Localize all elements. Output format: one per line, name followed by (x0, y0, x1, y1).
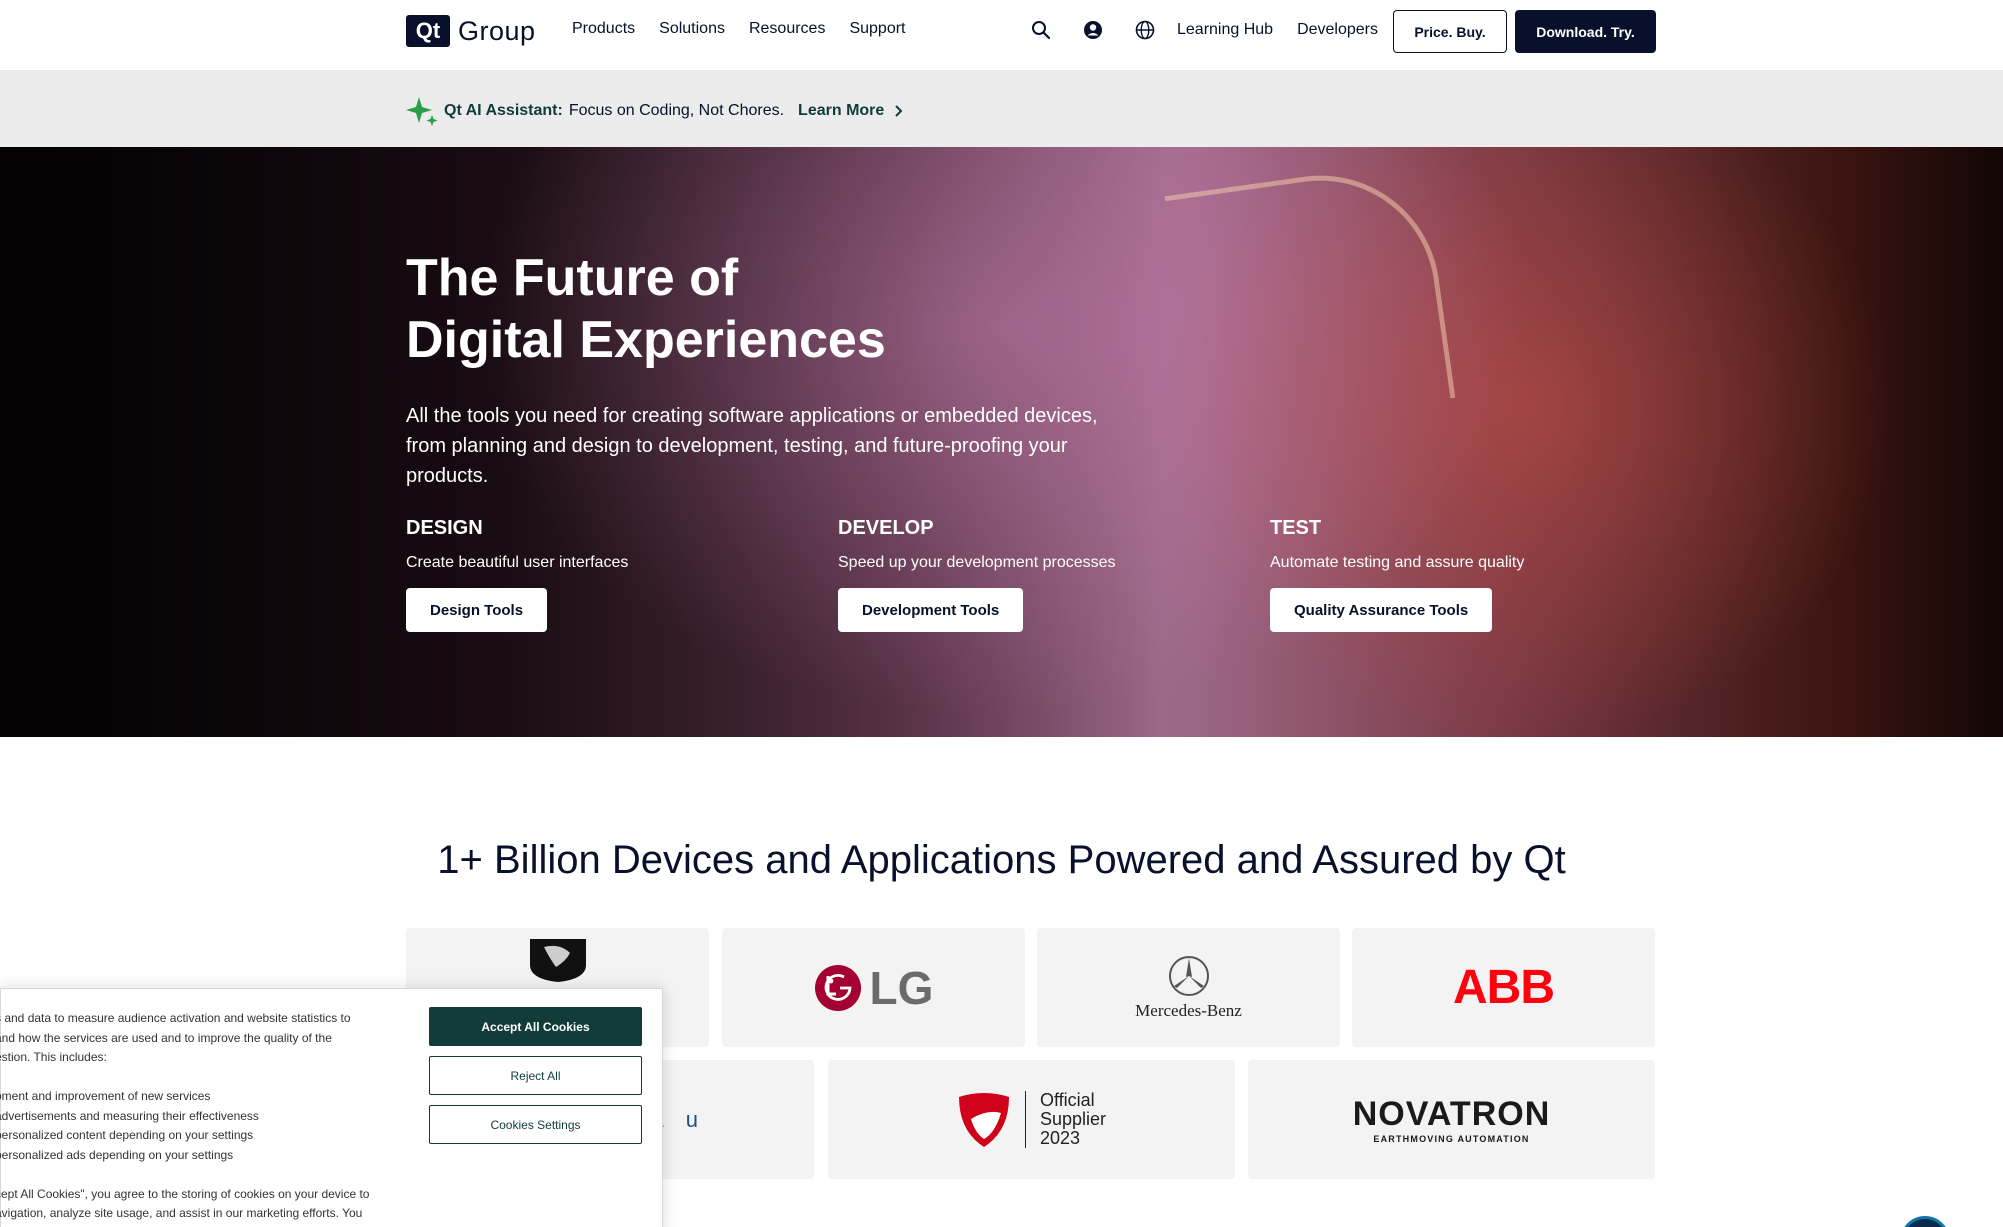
developers-link[interactable]: Developers (1297, 21, 1378, 39)
announcement-text: Focus on Coding, Not Chores. (568, 102, 785, 119)
logo-wordmark: Group (458, 15, 536, 46)
chevron-right-icon[interactable] (894, 105, 904, 117)
cookie-bullet: oment and improvement of new services (0, 1089, 211, 1103)
pillar-develop: DEVELOP Speed up your development proces… (838, 517, 1116, 632)
pillar-description: Create beautiful user interfaces (406, 554, 629, 571)
pillar-design: DESIGN Create beautiful user interfaces … (406, 517, 628, 632)
reject-all-button[interactable]: Reject All (429, 1056, 642, 1095)
nav-products[interactable]: Products (572, 20, 635, 38)
search-icon[interactable] (1030, 19, 1052, 41)
cookie-text-line: cept All Cookies", you agree to the stor… (0, 1186, 370, 1201)
abb-logo-text: ABB (1453, 961, 1555, 1014)
main-nav: Products Solutions Resources Support (572, 20, 906, 38)
globe-icon[interactable] (1134, 19, 1156, 41)
sparkle-icon (406, 95, 438, 127)
account-icon[interactable] (1082, 19, 1104, 41)
accept-all-cookies-button[interactable]: Accept All Cookies (429, 1007, 642, 1046)
ducati-line: Official (1039, 1090, 1095, 1110)
cookie-text-line: and how the services are used and to imp… (0, 1030, 332, 1045)
lg-logo-text: LG (869, 961, 934, 1014)
pillar-description: Automate testing and assure quality (1270, 554, 1525, 571)
mercedes-logo-text: Mercedes-Benz (1135, 1000, 1242, 1020)
hero-subtitle: All the tools you need for creating soft… (406, 405, 1098, 487)
logo-tile-abb: ABB (1352, 928, 1655, 1047)
cookie-text-line: s and data to measure audience activatio… (0, 1011, 351, 1025)
header-links: Learning Hub Developers (1177, 21, 1378, 39)
cookie-bullet: personalized content depending on your s… (0, 1128, 254, 1142)
cookie-consent-dialog: s and data to measure audience activatio… (0, 988, 663, 1227)
pillar-heading: TEST (1270, 517, 1322, 539)
hero-banner: The Future of Digital Experiences All th… (0, 147, 2003, 737)
cookie-description: s and data to measure audience activatio… (0, 1009, 385, 1224)
price-buy-button[interactable]: Price. Buy. (1393, 10, 1507, 53)
nav-support[interactable]: Support (849, 20, 905, 38)
qt-group-logo[interactable]: Qt Group (406, 15, 536, 47)
design-tools-button[interactable]: Design Tools (406, 588, 548, 632)
cookie-bullet: advertisements and measuring their effec… (0, 1108, 259, 1123)
ducati-shield-icon (957, 1091, 1011, 1149)
ducati-official-supplier-text: Official Supplier 2023 (1024, 1090, 1107, 1148)
pillar-description: Speed up your development processes (838, 554, 1116, 571)
logo-tile-mercedes: Mercedes-Benz (1037, 928, 1340, 1047)
chat-widget-button[interactable] (1900, 1216, 1950, 1227)
qt-logo-mark: Qt (406, 15, 450, 47)
header-icons (1030, 19, 1156, 41)
pillar-test: TEST Automate testing and assure quality… (1270, 517, 1524, 632)
nav-solutions[interactable]: Solutions (659, 20, 725, 38)
site-header: Qt Group Products Solutions Resources Su… (0, 0, 2003, 71)
novatron-logo-text: NOVATRON (1352, 1095, 1551, 1133)
announcement-label: Qt AI Assistant: (444, 102, 563, 119)
cookie-text-line: avigation, analyze site usage, and assis… (0, 1206, 363, 1220)
learning-hub-link[interactable]: Learning Hub (1177, 21, 1273, 39)
ducati-line: 2023 (1039, 1128, 1081, 1148)
novatron-sub-text: EARTHMOVING AUTOMATION (1373, 1134, 1530, 1144)
logo-tile-lg: LG (722, 928, 1025, 1047)
peugeot-logo-icon (526, 937, 590, 988)
devices-section-title: 1+ Billion Devices and Applications Powe… (437, 838, 1566, 882)
lg-logo-icon (814, 964, 862, 1012)
pillar-heading: DEVELOP (838, 517, 934, 539)
cookie-bullet: personalized ads depending on your setti… (0, 1147, 234, 1162)
hero-title-line2: Digital Experiences (406, 311, 886, 369)
cookie-text-line: estion. This includes: (0, 1050, 107, 1064)
download-try-button[interactable]: Download. Try. (1515, 10, 1656, 53)
logo-tile-novatron: NOVATRON EARTHMOVING AUTOMATION (1248, 1060, 1655, 1179)
development-tools-button[interactable]: Development Tools (838, 588, 1024, 632)
quality-assurance-tools-button[interactable]: Quality Assurance Tools (1270, 588, 1493, 632)
announcement-bar: Qt AI Assistant: Focus on Coding, Not Ch… (0, 71, 2003, 147)
learn-more-link[interactable]: Learn More (798, 102, 884, 120)
logo-tile-ducati: Official Supplier 2023 (828, 1060, 1235, 1179)
mercedes-star-icon (1168, 955, 1210, 997)
pillar-heading: DESIGN (406, 517, 483, 539)
cookies-settings-button[interactable]: Cookies Settings (429, 1105, 642, 1144)
hero-title: The Future of Digital Experiences (406, 247, 886, 371)
nav-resources[interactable]: Resources (749, 20, 825, 38)
ducati-line: Supplier (1039, 1109, 1107, 1129)
hero-title-line1: The Future of (406, 249, 739, 307)
